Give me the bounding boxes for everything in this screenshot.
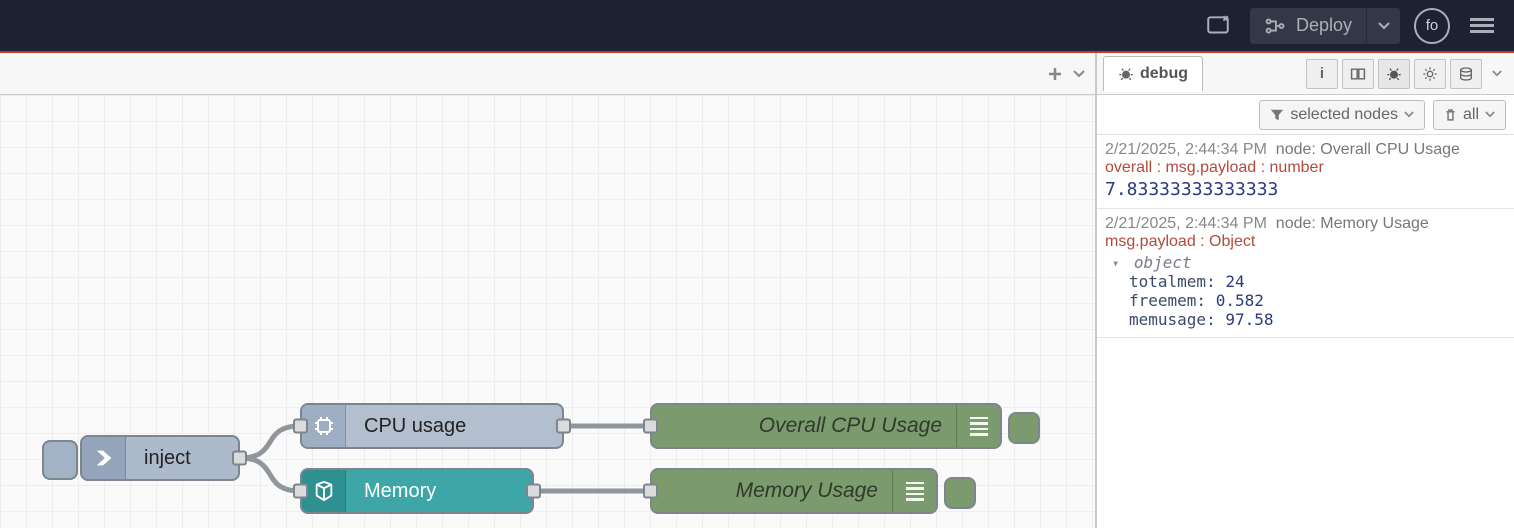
action-list-icon[interactable] <box>1200 8 1236 44</box>
sidebar-more-caret[interactable] <box>1486 59 1508 89</box>
node-memory-label: Memory <box>346 480 454 503</box>
user-avatar[interactable]: fo <box>1414 8 1450 44</box>
node-debug-memory-label: Memory Usage <box>652 479 892 503</box>
main-menu-button[interactable] <box>1464 8 1500 44</box>
flow-canvas[interactable]: inject CPU usage <box>0 95 1095 528</box>
add-flow-button[interactable] <box>1047 66 1063 82</box>
debug-topic: overall : msg.payload : number <box>1105 159 1506 177</box>
node-cpu-label: CPU usage <box>346 415 484 438</box>
node-port[interactable] <box>526 484 541 499</box>
debug-clear-label: all <box>1463 106 1479 124</box>
sidebar-help-icon[interactable] <box>1342 59 1374 89</box>
cpu-icon <box>302 405 346 447</box>
debug-filter-dropdown[interactable]: selected nodes <box>1259 100 1425 130</box>
node-inject-label: inject <box>126 447 209 470</box>
app-header: Deploy fo <box>0 0 1514 53</box>
object-type-label: object <box>1134 253 1192 272</box>
debug-topic: msg.payload : Object <box>1105 233 1506 251</box>
node-debug-cpu[interactable]: Overall CPU Usage <box>650 403 1002 449</box>
node-port[interactable] <box>643 484 658 499</box>
debug-timestamp: 2/21/2025, 2:44:34 PM <box>1105 215 1267 232</box>
deploy-button[interactable]: Deploy <box>1250 8 1400 44</box>
sidebar-tab-debug[interactable]: debug <box>1103 56 1203 92</box>
inject-trigger-button[interactable] <box>42 440 78 480</box>
debug-filter-label: selected nodes <box>1290 106 1398 124</box>
deploy-label: Deploy <box>1296 15 1352 36</box>
node-port[interactable] <box>293 419 308 434</box>
object-expand-toggle[interactable]: object <box>1105 253 1506 272</box>
prop-memusage: 97.58 <box>1225 310 1273 329</box>
debug-message[interactable]: 2/21/2025, 2:44:34 PM node: Overall CPU … <box>1097 135 1514 209</box>
node-port[interactable] <box>643 419 658 434</box>
debug-clear-dropdown[interactable]: all <box>1433 100 1506 130</box>
sidebar-debug-icon[interactable] <box>1378 59 1410 89</box>
sidebar: debug i selected nodes <box>1096 53 1514 528</box>
debug-enable-toggle[interactable] <box>1008 412 1040 444</box>
debug-toolbar: selected nodes all <box>1097 95 1514 135</box>
sidebar-info-icon[interactable]: i <box>1306 59 1338 89</box>
deploy-menu-caret[interactable] <box>1366 8 1400 44</box>
node-debug-memory[interactable]: Memory Usage <box>650 468 938 514</box>
sidebar-tabs: debug i <box>1097 53 1514 95</box>
prop-freemem: 0.582 <box>1216 291 1264 310</box>
debug-node-label: node: Memory Usage <box>1276 215 1429 232</box>
node-port[interactable] <box>232 451 247 466</box>
debug-message[interactable]: 2/21/2025, 2:44:34 PM node: Memory Usage… <box>1097 209 1514 338</box>
sidebar-config-icon[interactable] <box>1414 59 1446 89</box>
flow-workspace: inject CPU usage <box>0 53 1096 528</box>
sidebar-context-icon[interactable] <box>1450 59 1482 89</box>
debug-output-icon <box>956 405 1000 447</box>
flow-tab-strip <box>0 53 1095 95</box>
debug-node-label: node: Overall CPU Usage <box>1276 141 1460 158</box>
node-port[interactable] <box>293 484 308 499</box>
user-initials: fo <box>1426 17 1439 34</box>
sidebar-tab-debug-label: debug <box>1140 65 1188 83</box>
debug-timestamp: 2/21/2025, 2:44:34 PM <box>1105 141 1267 158</box>
debug-output-icon <box>892 470 936 512</box>
memory-icon <box>302 470 346 512</box>
hamburger-icon <box>1470 15 1494 36</box>
debug-enable-toggle[interactable] <box>944 477 976 509</box>
node-cpu-usage[interactable]: CPU usage <box>300 403 564 449</box>
debug-message-list: 2/21/2025, 2:44:34 PM node: Overall CPU … <box>1097 135 1514 528</box>
node-debug-cpu-label: Overall CPU Usage <box>652 414 956 438</box>
node-port[interactable] <box>556 419 571 434</box>
debug-object-tree: object totalmem: 24 freemem: 0.582 memus… <box>1105 253 1506 329</box>
prop-totalmem: 24 <box>1225 272 1244 291</box>
node-memory[interactable]: Memory <box>300 468 534 514</box>
inject-icon <box>82 437 126 479</box>
flow-list-caret[interactable] <box>1073 70 1085 78</box>
debug-value: 7.83333333333333 <box>1105 179 1506 200</box>
node-inject[interactable]: inject <box>80 435 240 481</box>
